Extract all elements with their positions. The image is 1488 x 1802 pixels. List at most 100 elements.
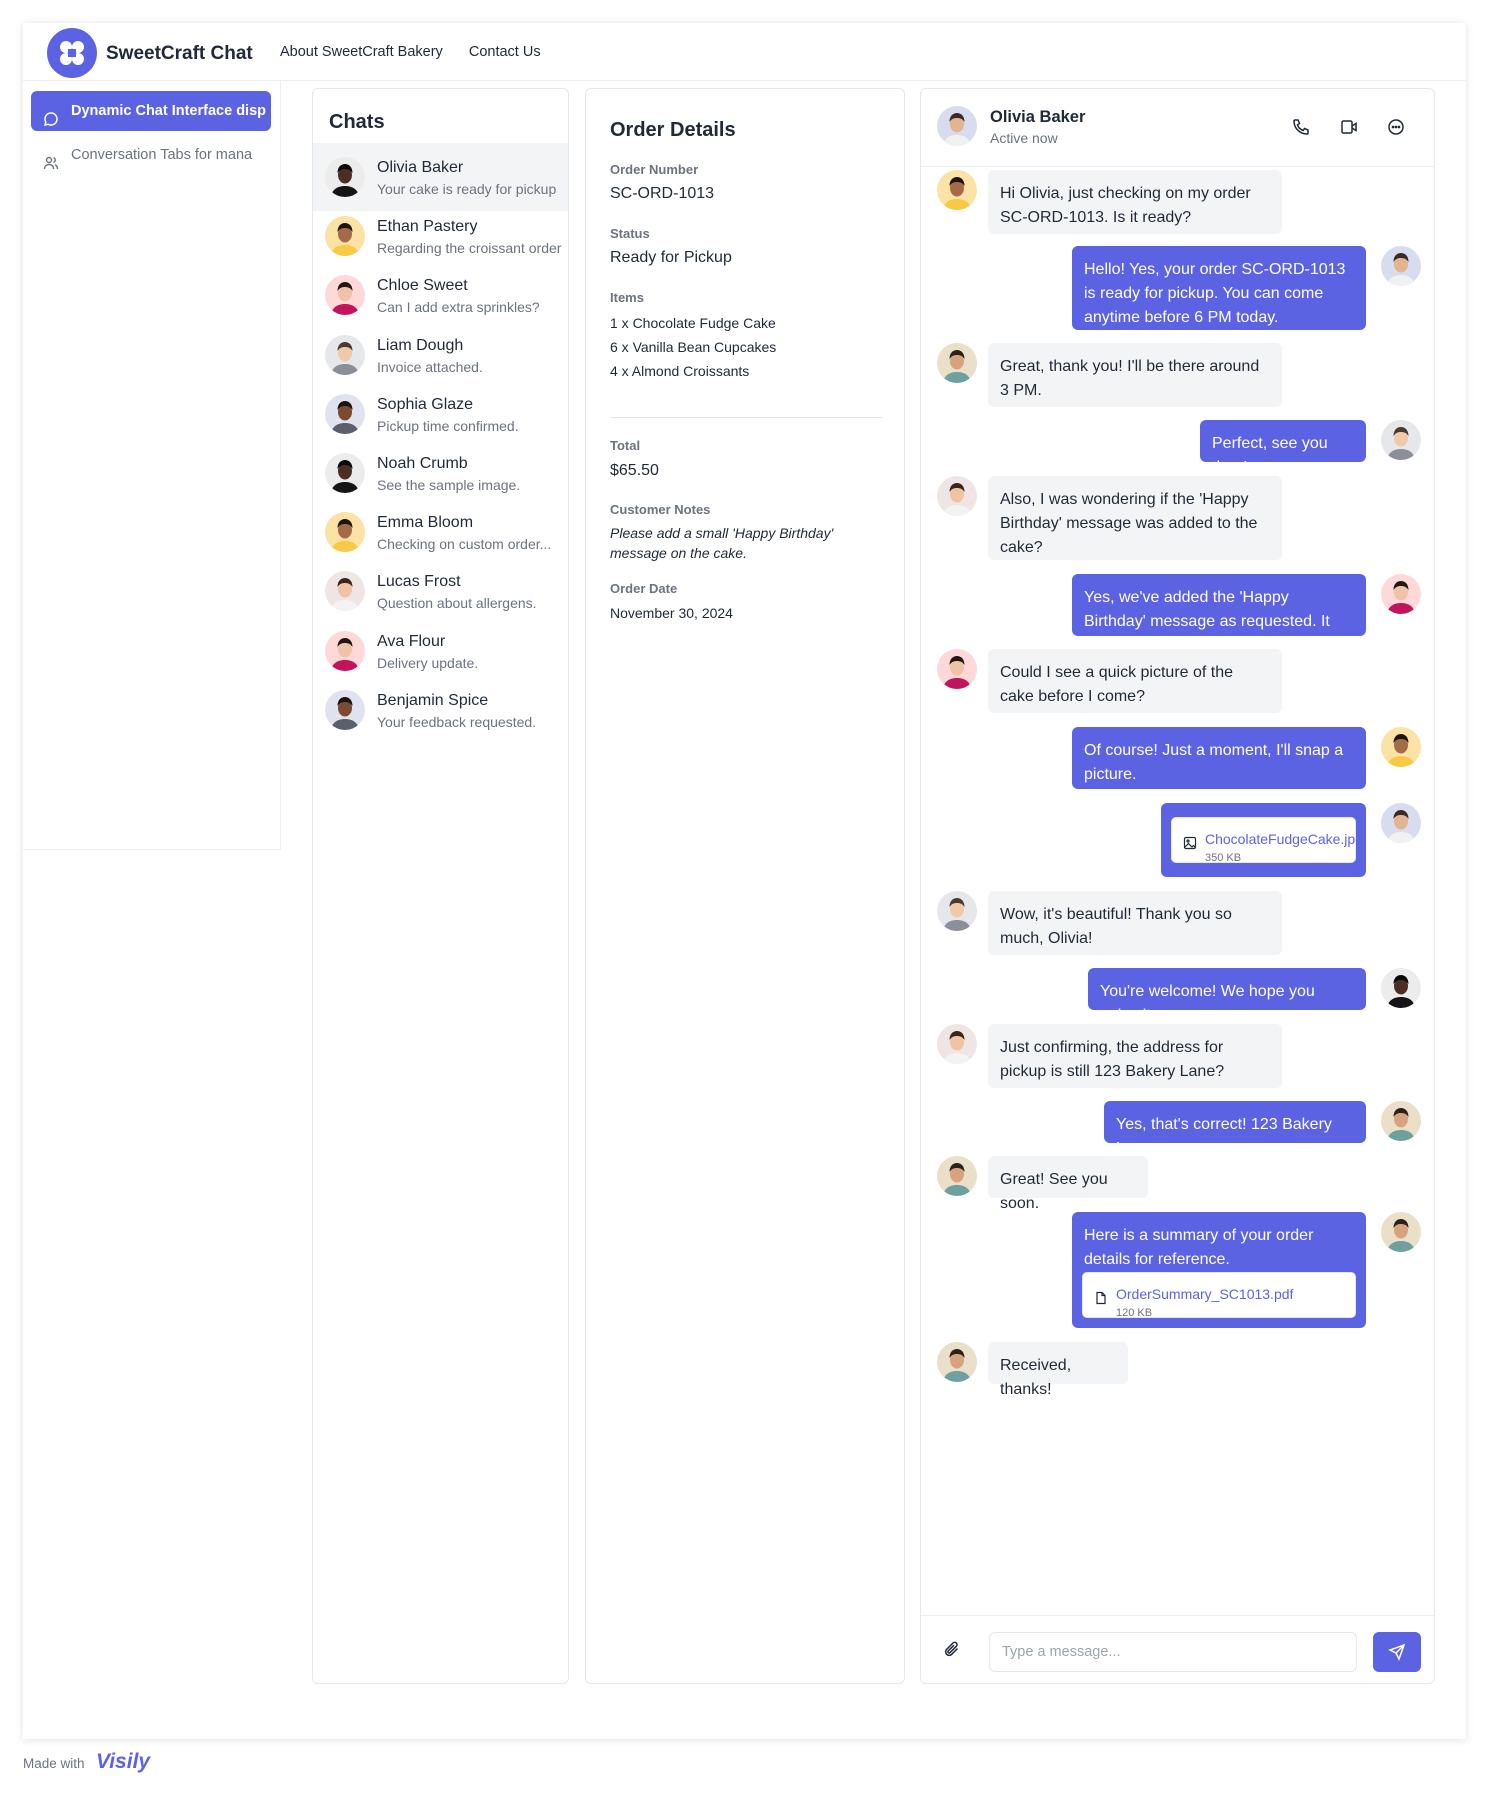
chat-contact-name: Emma Bloom	[377, 514, 474, 532]
attachment-file-size: 350 KB	[1205, 852, 1242, 864]
chat-contact-name: Liam Dough	[377, 336, 464, 354]
chats-panel: Chats Olivia Baker Your cake is ready for…	[312, 88, 569, 1684]
chat-contact-name: Ava Flour	[377, 632, 446, 650]
avatar	[325, 216, 365, 257]
avatar	[325, 571, 365, 612]
chat-preview-text: Regarding the croissant order	[377, 240, 562, 257]
phone-icon[interactable]	[1292, 118, 1310, 141]
contact-avatar[interactable]	[937, 106, 977, 146]
message-text: Perfect, see you then!	[1212, 435, 1328, 476]
more-options-icon[interactable]	[1387, 118, 1405, 141]
message-text: Wow, it's beautiful! Thank you so much, …	[1000, 906, 1232, 947]
chat-list-item[interactable]: Chloe Sweet Can I add extra sprinkles?	[313, 261, 568, 329]
chat-contact-name: Lucas Frost	[377, 573, 461, 591]
message-text: Of course! Just a moment, I'll snap a pi…	[1084, 742, 1344, 783]
items-label: Items	[610, 290, 644, 305]
chat-list-item[interactable]: Liam Dough Invoice attached.	[313, 321, 568, 389]
avatar	[1381, 1101, 1421, 1141]
message-circle-icon	[43, 103, 59, 131]
avatar	[1381, 420, 1421, 460]
order-number-value: SC-ORD-1013	[610, 185, 715, 202]
chat-list-item[interactable]: Emma Bloom Checking on custom order...	[313, 498, 568, 566]
avatar	[325, 453, 365, 493]
chat-preview-text: Invoice attached.	[377, 358, 483, 375]
order-details-title: Order Details	[610, 119, 736, 141]
chat-contact-name: Benjamin Spice	[377, 691, 489, 709]
file-attachment[interactable]: OrderSummary_SC1013.pdf 120 KB	[1082, 1272, 1356, 1319]
message-input[interactable]	[989, 1632, 1357, 1672]
message-bubble: Perfect, see you then!	[1200, 420, 1366, 476]
conversation-panel: Olivia Baker Active now Hi Olivia, just …	[920, 88, 1435, 1684]
paperclip-attach-icon[interactable]	[943, 1640, 961, 1663]
avatar	[937, 476, 977, 516]
message-text: Great! See you soon.	[1000, 1171, 1108, 1212]
nav-link-about[interactable]: About SweetCraft Bakery	[280, 44, 443, 60]
message-text: Also, I was wondering if the 'Happy Birt…	[1000, 491, 1258, 556]
message-bubble: Yes, that's correct! 123 Bakery Lane.	[1104, 1101, 1366, 1157]
chat-contact-name: Noah Crumb	[377, 455, 468, 472]
sweetcraft-logo-icon[interactable]	[47, 28, 97, 78]
avatar	[937, 1156, 977, 1196]
chat-preview-text: Can I add extra sprinkles?	[377, 299, 540, 316]
chat-list-item[interactable]: Noah Crumb See the sample image.	[313, 439, 568, 507]
message-bubble: Here is a summary of your order details …	[1072, 1212, 1366, 1328]
message-text: Great, thank you! I'll be there around 3…	[1000, 358, 1260, 399]
order-number-label: Order Number	[610, 162, 699, 177]
avatar	[937, 891, 977, 931]
chat-preview-text: Your feedback requested.	[377, 713, 537, 730]
message-bubble: Of course! Just a moment, I'll snap a pi…	[1072, 727, 1366, 789]
order-date-value: November 30, 2024	[610, 605, 733, 621]
message-bubble: Received, thanks!	[988, 1342, 1128, 1398]
image-icon	[1183, 834, 1197, 858]
visily-logo[interactable]: Visily	[96, 1750, 150, 1774]
made-with-label: Made with	[23, 1756, 85, 1771]
chat-preview-text: Pickup time confirmed.	[377, 417, 519, 434]
message-bubble: Hi Olivia, just checking on my order SC-…	[988, 170, 1282, 234]
contact-name: Olivia Baker	[990, 108, 1086, 126]
message-bubble: Just confirming, the address for pickup …	[988, 1024, 1282, 1088]
message-text: Here is a summary of your order details …	[1084, 1227, 1314, 1268]
sidebar-item-label: Conversation Tabs for mana	[71, 147, 253, 163]
file-icon	[1094, 1289, 1108, 1313]
avatar	[937, 343, 977, 383]
chat-preview-text: Your cake is ready for pickup	[377, 181, 557, 197]
avatar	[1381, 1212, 1421, 1252]
message-text: Yes, we've added the 'Happy Birthday' me…	[1084, 589, 1330, 654]
divider	[610, 417, 882, 418]
send-button[interactable]	[1373, 1632, 1421, 1672]
sidebar-item-conversation-tabs[interactable]: Conversation Tabs for mana	[31, 135, 271, 175]
avatar	[325, 630, 365, 671]
chat-list-item[interactable]: Lucas Frost Question about allergens.	[313, 557, 568, 625]
message-bubble: Hello! Yes, your order SC-ORD-1013 is re…	[1072, 246, 1366, 330]
chat-preview-text: Checking on custom order...	[377, 536, 552, 553]
order-item: 1 x Chocolate Fudge Cake	[610, 315, 776, 331]
message-bubble: ChocolateFudgeCake.jpg 350 KB	[1161, 803, 1366, 877]
chat-list-item[interactable]: Ethan Pastery Regarding the croissant ord…	[313, 202, 568, 270]
sidebar-item-dynamic-chat[interactable]: Dynamic Chat Interface disp	[31, 91, 271, 131]
avatar	[937, 649, 977, 689]
chat-list-item[interactable]: Sophia Glaze Pickup time confirmed.	[313, 380, 568, 448]
avatar	[1381, 803, 1421, 843]
chat-contact-name: Ethan Pastery	[377, 218, 478, 236]
message-text: Just confirming, the address for pickup …	[1000, 1039, 1225, 1080]
avatar	[1381, 727, 1421, 767]
chats-title: Chats	[329, 111, 385, 133]
nav-link-contact[interactable]: Contact Us	[469, 44, 541, 60]
video-call-icon[interactable]	[1340, 118, 1358, 141]
chat-preview-text: See the sample image.	[377, 477, 521, 493]
chat-list-item[interactable]: Olivia Baker Your cake is ready for picku…	[313, 143, 568, 211]
status-label: Status	[610, 226, 650, 241]
chat-list-item[interactable]: Ava Flour Delivery update.	[313, 617, 568, 685]
chat-contact-name: Olivia Baker	[377, 159, 464, 176]
file-attachment[interactable]: ChocolateFudgeCake.jpg 350 KB	[1171, 817, 1363, 864]
attachment-file-size: 120 KB	[1116, 1307, 1153, 1319]
message-bubble: Yes, we've added the 'Happy Birthday' me…	[1072, 574, 1366, 654]
avatar	[325, 157, 365, 197]
avatar	[325, 275, 365, 316]
sidebar-item-label: Dynamic Chat Interface disp	[71, 103, 266, 119]
avatar	[937, 1342, 977, 1382]
message-composer	[921, 1615, 1434, 1683]
chat-preview-text: Question about allergens.	[377, 595, 537, 612]
chat-list-item[interactable]: Benjamin Spice Your feedback requested.	[313, 676, 568, 744]
message-text: You're welcome! We hope you enjoy it.	[1100, 983, 1315, 1024]
